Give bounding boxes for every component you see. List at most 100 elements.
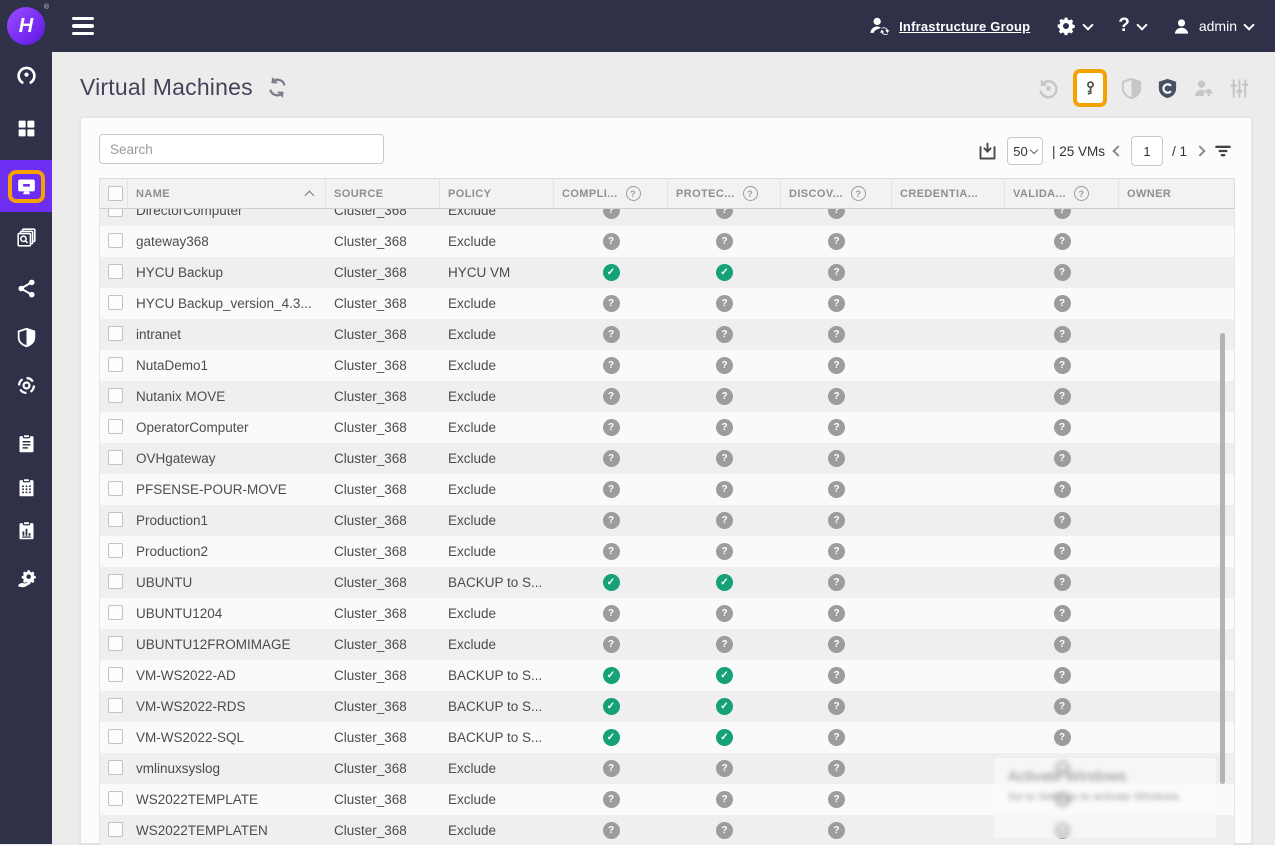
table-row[interactable]: VM-WS2022-SQLCluster_368BACKUP to S...✓✓…	[100, 722, 1234, 753]
settings-menu[interactable]	[1056, 16, 1092, 36]
row-checkbox[interactable]	[108, 481, 123, 496]
protection-shield-button[interactable]	[1120, 77, 1143, 100]
compliance-status-cell: ?	[554, 419, 668, 436]
column-help-icon[interactable]: ?	[743, 186, 758, 201]
export-icon[interactable]	[977, 141, 998, 162]
table-row[interactable]: NutaDemo1Cluster_368Exclude????	[100, 350, 1234, 381]
row-checkbox[interactable]	[108, 209, 123, 217]
next-page-icon[interactable]	[1194, 145, 1205, 156]
sidebar-item-dashboard[interactable]	[0, 53, 52, 97]
column-help-icon[interactable]: ?	[851, 186, 866, 201]
row-checkbox[interactable]	[108, 357, 123, 372]
filter-icon[interactable]	[1213, 141, 1233, 161]
table-row[interactable]: VM-WS2022-ADCluster_368BACKUP to S...✓✓?…	[100, 660, 1234, 691]
infrastructure-group-selector[interactable]: Infrastructure Group	[867, 15, 1030, 37]
column-header-discovery[interactable]: DISCOV...?	[781, 179, 892, 208]
row-checkbox[interactable]	[108, 729, 123, 744]
row-checkbox[interactable]	[108, 822, 123, 837]
row-checkbox[interactable]	[108, 295, 123, 310]
row-checkbox[interactable]	[108, 264, 123, 279]
row-checkbox[interactable]	[108, 388, 123, 403]
user-menu[interactable]: admin	[1172, 17, 1253, 36]
row-checkbox[interactable]	[108, 326, 123, 341]
row-checkbox[interactable]	[108, 543, 123, 558]
compliance-shield-button[interactable]	[1156, 77, 1179, 100]
column-header-owner[interactable]: OWNER	[1119, 179, 1234, 208]
sidebar-item-protection[interactable]	[0, 315, 52, 359]
column-header-validation[interactable]: VALIDA...?	[1005, 179, 1119, 208]
table-body-viewport[interactable]: DirectorComputerCluster_368Exclude????ga…	[99, 209, 1235, 845]
table-row[interactable]: Nutanix MOVECluster_368Exclude????	[100, 381, 1234, 412]
discovery-status-cell: ?	[781, 698, 892, 715]
sidebar-nav	[0, 52, 52, 844]
row-checkbox[interactable]	[108, 450, 123, 465]
column-header-compliance[interactable]: COMPLI...?	[554, 179, 668, 208]
table-row[interactable]: VM-WS2022-RDSCluster_368BACKUP to S...✓✓…	[100, 691, 1234, 722]
select-all-checkbox[interactable]	[108, 186, 123, 201]
table-row[interactable]: Production1Cluster_368Exclude????	[100, 505, 1234, 536]
sidebar-item-volume-groups[interactable]	[0, 215, 52, 259]
status-unknown-icon: ?	[603, 605, 620, 622]
page-action-icons	[1037, 66, 1251, 110]
row-checkbox[interactable]	[108, 698, 123, 713]
row-checkbox[interactable]	[108, 791, 123, 806]
sidebar-item-reports[interactable]	[0, 508, 52, 552]
chevron-down-icon	[1083, 19, 1094, 30]
table-row[interactable]: HYCU Backup_version_4.3...Cluster_368Exc…	[100, 288, 1234, 319]
column-label: COMPLI...	[562, 188, 618, 200]
pagination-controls: 50 | 25 VMs / 1	[977, 136, 1233, 166]
sidebar-item-recovery[interactable]	[0, 363, 52, 407]
table-row[interactable]: Production2Cluster_368Exclude????	[100, 536, 1234, 567]
help-menu[interactable]: ?	[1118, 15, 1146, 37]
table-row[interactable]: intranetCluster_368Exclude????	[100, 319, 1234, 350]
column-header-protection[interactable]: PROTEC...?	[668, 179, 781, 208]
page-total-label: / 1	[1172, 144, 1187, 159]
table-row[interactable]: UBUNTU1204Cluster_368Exclude????	[100, 598, 1234, 629]
row-checkbox[interactable]	[108, 605, 123, 620]
row-checkbox[interactable]	[108, 233, 123, 248]
status-unknown-icon: ?	[1054, 264, 1071, 281]
sidebar-item-virtual-machines[interactable]	[0, 160, 52, 212]
sidebar-item-administration[interactable]	[0, 556, 52, 600]
view-settings-button[interactable]	[1228, 77, 1251, 100]
table-row[interactable]: DirectorComputerCluster_368Exclude????	[100, 209, 1234, 226]
column-header-credentials[interactable]: CREDENTIA...	[892, 179, 1005, 208]
row-checkbox[interactable]	[108, 667, 123, 682]
table-row[interactable]: UBUNTU12FROMIMAGECluster_368Exclude????	[100, 629, 1234, 660]
table-row[interactable]: PFSENSE-POUR-MOVECluster_368Exclude????	[100, 474, 1234, 505]
table-row[interactable]: UBUNTUCluster_368BACKUP to S...✓✓??	[100, 567, 1234, 598]
row-checkbox[interactable]	[108, 636, 123, 651]
row-checkbox[interactable]	[108, 760, 123, 775]
sidebar-item-applications[interactable]	[0, 106, 52, 150]
page-size-select[interactable]: 50	[1007, 137, 1043, 165]
page-number-input[interactable]	[1131, 136, 1163, 166]
search-input[interactable]	[99, 134, 384, 164]
table-row[interactable]: OperatorComputerCluster_368Exclude????	[100, 412, 1234, 443]
hycu-logo[interactable]: H ®	[0, 0, 52, 52]
sidebar-item-policies[interactable]	[0, 421, 52, 465]
menu-toggle-button[interactable]	[72, 17, 94, 36]
row-checkbox-cell	[100, 233, 128, 251]
sidebar-item-shares[interactable]	[0, 266, 52, 310]
table-toolbar: 50 | 25 VMs / 1	[99, 134, 1233, 178]
credentials-button[interactable]	[1073, 69, 1107, 107]
row-checkbox[interactable]	[108, 419, 123, 434]
column-header-source[interactable]: SOURCE	[326, 179, 440, 208]
column-header-policy[interactable]: POLICY	[440, 179, 554, 208]
select-all-checkbox-cell[interactable]	[100, 179, 128, 208]
column-help-icon[interactable]: ?	[626, 186, 641, 201]
refresh-icon[interactable]	[267, 77, 288, 98]
vertical-scrollbar[interactable]	[1220, 333, 1225, 784]
row-checkbox[interactable]	[108, 512, 123, 527]
column-help-icon[interactable]: ?	[1074, 186, 1089, 201]
table-row[interactable]: gateway368Cluster_368Exclude????	[100, 226, 1234, 257]
owner-button[interactable]	[1192, 77, 1215, 100]
validation-status-cell: ?	[1005, 209, 1119, 219]
column-header-name[interactable]: NAME	[128, 179, 326, 208]
row-checkbox[interactable]	[108, 574, 123, 589]
table-row[interactable]: OVHgatewayCluster_368Exclude????	[100, 443, 1234, 474]
prev-page-icon[interactable]	[1112, 145, 1123, 156]
table-row[interactable]: HYCU BackupCluster_368HYCU VM✓✓??	[100, 257, 1234, 288]
restore-button[interactable]	[1037, 77, 1060, 100]
sidebar-item-events[interactable]	[0, 465, 52, 509]
